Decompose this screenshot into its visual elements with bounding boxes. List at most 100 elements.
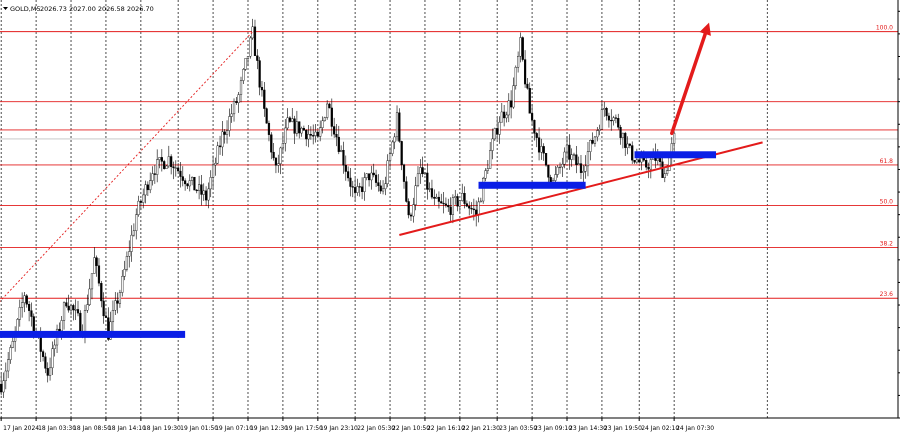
candle-body <box>16 319 19 332</box>
candle-body <box>414 185 417 205</box>
candle-body <box>535 133 538 138</box>
support-zone-bar[interactable] <box>634 151 717 159</box>
candle-body <box>186 183 189 187</box>
candle-body <box>181 176 184 181</box>
candle-body <box>437 196 441 202</box>
candle-body <box>340 150 343 152</box>
candle-body <box>384 183 387 190</box>
chart-window[interactable]: 100.0 61.8 50.0 38.2 23.6 17 Jan 2024 18 Jan … <box>0 0 900 438</box>
candle-body <box>461 193 464 201</box>
candle-body <box>619 127 622 138</box>
candle-body <box>542 146 545 154</box>
candle-body <box>381 188 385 192</box>
candle-body <box>635 159 638 163</box>
price-chart[interactable]: 100.061.850.038.223.6 17 Jan 202418 Jan … <box>0 0 900 438</box>
candle-body <box>328 103 331 109</box>
candle-body <box>428 188 431 190</box>
candle-body <box>321 120 324 128</box>
candle-body <box>370 172 373 181</box>
candle-body <box>517 55 520 68</box>
candle-body <box>319 127 322 137</box>
candle-body <box>93 257 96 274</box>
candle-body <box>624 132 627 148</box>
candle-body <box>118 292 122 304</box>
candle-body <box>246 56 250 59</box>
candle-body <box>614 117 618 119</box>
candle-body <box>477 201 480 216</box>
candle-body <box>626 143 629 148</box>
candle-body <box>423 172 427 175</box>
support-zone-bar[interactable] <box>0 330 186 338</box>
time-tick-label: 22 Jan 10:50 <box>392 425 430 432</box>
candle-body <box>600 109 604 130</box>
candle-body <box>225 130 229 135</box>
candle-body <box>358 186 361 188</box>
candle-body <box>523 59 527 85</box>
candle-body <box>214 162 217 166</box>
time-tick-label: 18 Jan 19:30 <box>143 425 181 432</box>
candle-body <box>202 190 205 195</box>
candle-body <box>323 117 326 121</box>
candle-body <box>237 94 240 103</box>
candle-body <box>556 166 559 175</box>
support-zone-bar[interactable] <box>478 181 586 189</box>
time-tick-label: 23 Jan 09:10 <box>534 425 572 432</box>
candle-body <box>128 251 131 257</box>
candle-body <box>558 166 562 169</box>
time-tick-label: 18 Jan 03:30 <box>38 425 76 432</box>
candle-body <box>451 197 455 215</box>
candle-body <box>591 140 594 144</box>
candle-body <box>514 67 517 86</box>
candle-body <box>170 156 173 167</box>
candle-body <box>386 160 389 184</box>
candle-body <box>86 304 89 311</box>
candle-body <box>258 60 261 88</box>
candle-body <box>640 157 643 163</box>
candle-body <box>500 111 503 123</box>
candle-body <box>211 164 215 178</box>
candle-body <box>435 196 438 199</box>
candle-body <box>48 367 52 376</box>
candle-body <box>197 184 201 191</box>
candle-body <box>649 159 652 170</box>
candle-body <box>209 177 212 190</box>
candle-body <box>596 130 599 138</box>
candle-body <box>426 172 429 190</box>
candle-body <box>633 160 636 163</box>
time-tick-label: 22 Jan 21:30 <box>462 425 500 432</box>
time-tick-label: 17 Jan 2024 <box>3 425 39 432</box>
candle-body <box>312 135 315 137</box>
candle-body <box>561 163 564 168</box>
candle-body <box>547 165 550 178</box>
candle-body <box>244 58 247 70</box>
candle-body <box>102 300 105 317</box>
candle-body <box>519 37 522 57</box>
candle-body <box>165 165 168 169</box>
candle-body <box>486 168 489 171</box>
candle-body <box>309 133 312 136</box>
candle-body <box>621 132 624 138</box>
candle-body <box>249 37 252 57</box>
candle-body <box>407 201 410 216</box>
time-tick-label: 18 Jan 08:50 <box>73 425 111 432</box>
candle-body <box>230 113 233 117</box>
candle-body <box>326 103 329 118</box>
fib-level-label: 23.6 <box>880 291 894 298</box>
time-tick-label: 18 Jan 14:10 <box>108 425 146 432</box>
candle-body <box>579 163 583 173</box>
candle-body <box>30 310 33 317</box>
candle-body <box>60 320 63 332</box>
candle-body <box>398 112 401 142</box>
candle-body <box>572 154 576 156</box>
candle-body <box>356 186 359 193</box>
candle-body <box>491 138 494 151</box>
candle-body <box>46 368 49 376</box>
fib-level-label: 100.0 <box>876 25 893 32</box>
candle-body <box>661 161 664 178</box>
chart-background <box>0 0 900 438</box>
candle-body <box>72 305 75 311</box>
candle-body <box>298 121 301 134</box>
candle-body <box>447 205 450 208</box>
candle-body <box>207 188 210 201</box>
candle-body <box>372 172 375 176</box>
